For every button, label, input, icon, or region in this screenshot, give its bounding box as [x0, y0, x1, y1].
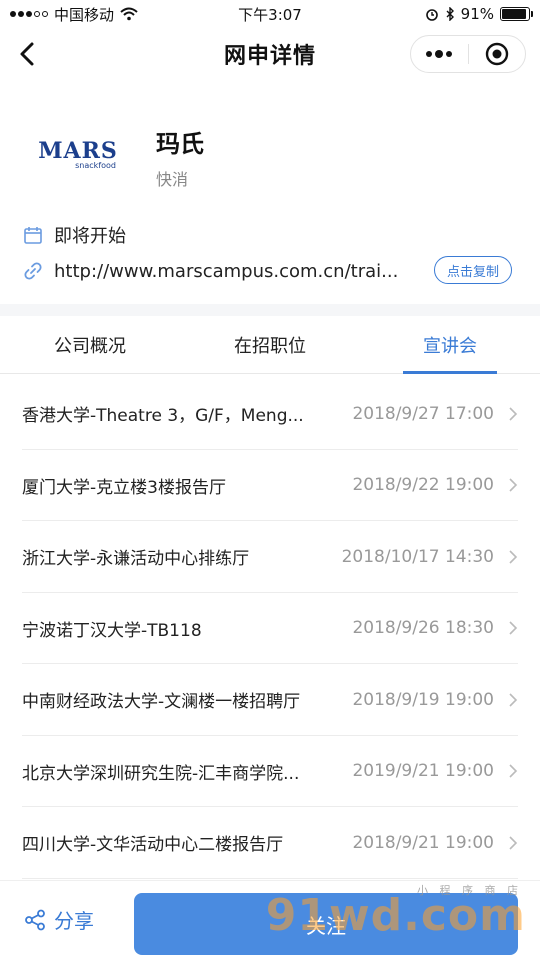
list-item[interactable]: 浙江大学-永谦活动中心排练厅 2018/10/17 14:30 — [0, 521, 540, 593]
seminar-time: 2019/9/21 19:00 — [352, 761, 494, 782]
link-icon — [22, 260, 44, 282]
seminar-venue: 四川大学-文华活动中心二楼报告厅 — [22, 835, 284, 856]
mini-program-capsule — [410, 35, 526, 73]
target-icon — [485, 42, 508, 66]
list-item[interactable]: 四川大学-文华活动中心二楼报告厅 2018/9/21 19:00 — [0, 807, 540, 879]
section-divider — [0, 304, 540, 316]
follow-button[interactable]: 关注 — [134, 893, 518, 955]
company-header: MARS snackfood 玛氏 快消 — [0, 100, 540, 210]
logo-subtext: snackfood — [75, 161, 116, 170]
list-item[interactable]: 厦门大学-克立楼3楼报告厅 2018/9/22 19:00 — [0, 450, 540, 522]
status-time: 下午3:07 — [238, 5, 302, 24]
seminar-venue: 厦门大学-克立楼3楼报告厅 — [22, 477, 226, 498]
seminar-time: 2018/9/22 19:00 — [352, 475, 494, 496]
list-item[interactable]: 宁波诺丁汉大学-TB118 2018/9/26 18:30 — [0, 593, 540, 665]
calendar-icon — [22, 224, 44, 246]
application-status-row: 即将开始 — [22, 220, 522, 250]
more-dots-icon — [426, 50, 453, 58]
wifi-icon — [120, 7, 138, 21]
alarm-icon — [425, 9, 438, 21]
share-label: 分享 — [54, 909, 94, 933]
page-title: 网申详情 — [223, 44, 316, 69]
seminar-time: 2018/9/19 19:00 — [352, 689, 494, 710]
tab-company-overview[interactable]: 公司概况 — [0, 316, 180, 373]
list-item[interactable]: 北京大学深圳研究生院-汇丰商学院... 2019/9/21 19:00 — [0, 736, 540, 808]
chevron-right-icon — [500, 763, 518, 779]
seminar-venue: 浙江大学-永谦活动中心排练厅 — [22, 549, 250, 570]
application-status: 即将开始 — [54, 226, 126, 247]
status-right: 91% — [425, 5, 533, 23]
tab-open-positions[interactable]: 在招职位 — [180, 316, 360, 373]
tab-bar: 公司概况 在招职位 宣讲会 — [0, 316, 540, 374]
list-item[interactable]: 香港大学-Theatre 3，G/F，Meng... 2018/9/27 17:… — [0, 378, 540, 450]
seminar-time: 2018/9/21 19:00 — [352, 832, 494, 853]
chevron-right-icon — [500, 549, 518, 565]
seminar-list: 香港大学-Theatre 3，G/F，Meng... 2018/9/27 17:… — [0, 378, 540, 879]
application-url[interactable]: http://www.marscampus.com.cn/trai... — [54, 261, 414, 282]
chevron-right-icon — [500, 477, 518, 493]
back-button[interactable] — [12, 38, 44, 70]
copy-button[interactable]: 点击复制 — [433, 256, 512, 284]
share-icon — [25, 909, 45, 930]
seminar-time: 2018/10/17 14:30 — [341, 546, 494, 567]
chevron-right-icon — [500, 692, 518, 708]
bottom-action-bar: 分享 关注 — [0, 880, 540, 960]
company-name: 玛氏 — [156, 130, 204, 158]
list-item[interactable]: 中南财经政法大学-文澜楼一楼招聘厅 2018/9/19 19:00 — [0, 664, 540, 736]
battery-icon — [500, 7, 533, 21]
logo-text: MARS — [38, 138, 118, 164]
seminar-venue: 宁波诺丁汉大学-TB118 — [22, 620, 202, 641]
seminar-time: 2018/9/26 18:30 — [352, 618, 494, 639]
status-left: 中国移动 — [10, 4, 138, 25]
company-industry: 快消 — [156, 170, 189, 189]
close-program-button[interactable] — [469, 36, 526, 72]
status-bar: 中国移动 下午3:07 91% — [0, 0, 540, 28]
chevron-right-icon — [500, 406, 518, 422]
nav-bar: 网申详情 — [0, 28, 540, 80]
url-row: http://www.marscampus.com.cn/trai... 点击复… — [22, 256, 522, 286]
seminar-venue: 香港大学-Theatre 3，G/F，Meng... — [22, 406, 304, 427]
more-button[interactable] — [411, 36, 468, 72]
carrier-label: 中国移动 — [54, 5, 115, 24]
chevron-left-icon — [20, 42, 34, 66]
signal-icon — [10, 11, 48, 17]
battery-percent: 91% — [460, 5, 494, 23]
bluetooth-icon — [446, 7, 454, 21]
share-button[interactable]: 分享 — [24, 905, 94, 934]
seminar-venue: 中南财经政法大学-文澜楼一楼招聘厅 — [22, 692, 301, 713]
company-logo: MARS snackfood — [30, 112, 126, 198]
seminar-venue: 北京大学深圳研究生院-汇丰商学院... — [22, 763, 300, 784]
chevron-right-icon — [500, 835, 518, 851]
tab-info-sessions[interactable]: 宣讲会 — [360, 316, 540, 373]
chevron-right-icon — [500, 620, 518, 636]
seminar-time: 2018/9/27 17:00 — [352, 403, 494, 424]
